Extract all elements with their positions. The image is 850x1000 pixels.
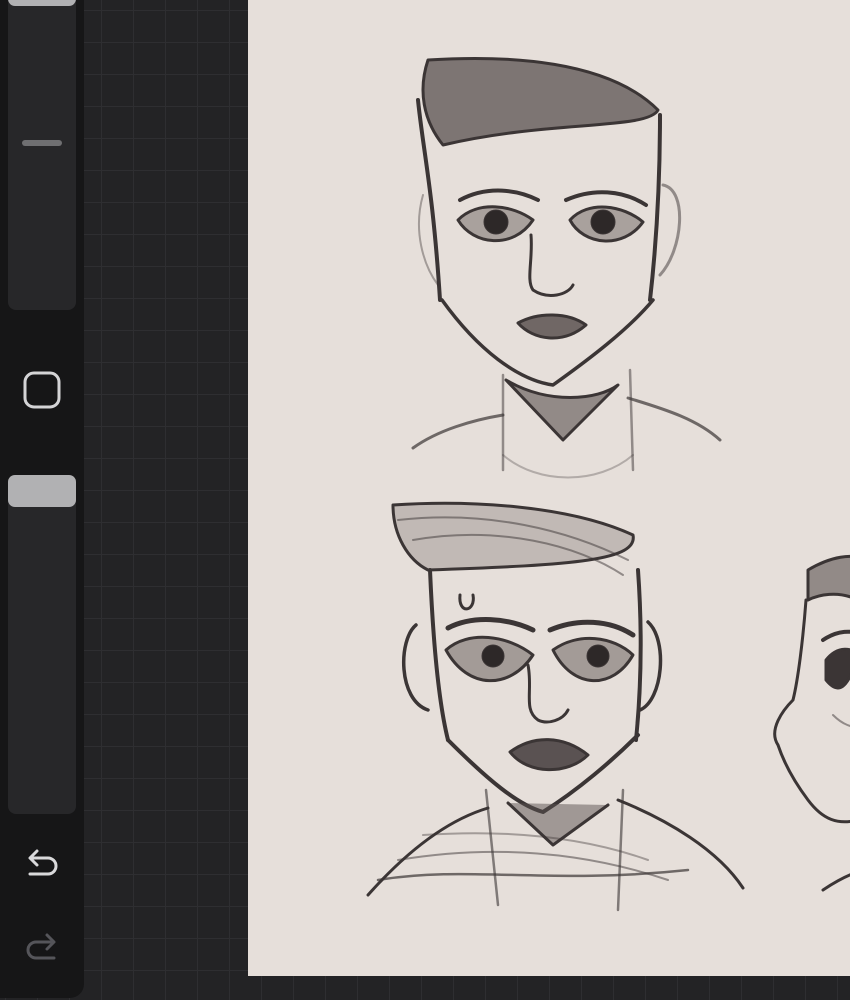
- brush-size-thumb[interactable]: [8, 0, 76, 6]
- undo-button[interactable]: [20, 842, 64, 886]
- square-outline-icon: [23, 371, 61, 409]
- sketch-head-profile-partial: [773, 555, 850, 892]
- brush-size-midpoint-mark: [22, 140, 62, 146]
- modify-button[interactable]: [20, 368, 64, 412]
- sketch-head-mustache: [366, 501, 745, 912]
- opacity-thumb[interactable]: [8, 475, 76, 507]
- redo-button[interactable]: [20, 926, 64, 970]
- opacity-slider[interactable]: [8, 475, 76, 814]
- sketch-head-front: [411, 56, 722, 479]
- redo-arrow-icon: [26, 933, 56, 960]
- drawing-canvas[interactable]: [248, 0, 850, 976]
- undo-arrow-icon: [28, 849, 58, 876]
- brush-size-slider[interactable]: [8, 0, 76, 310]
- sidebar-toolbar: [0, 0, 84, 998]
- sketch-artwork: [366, 56, 850, 912]
